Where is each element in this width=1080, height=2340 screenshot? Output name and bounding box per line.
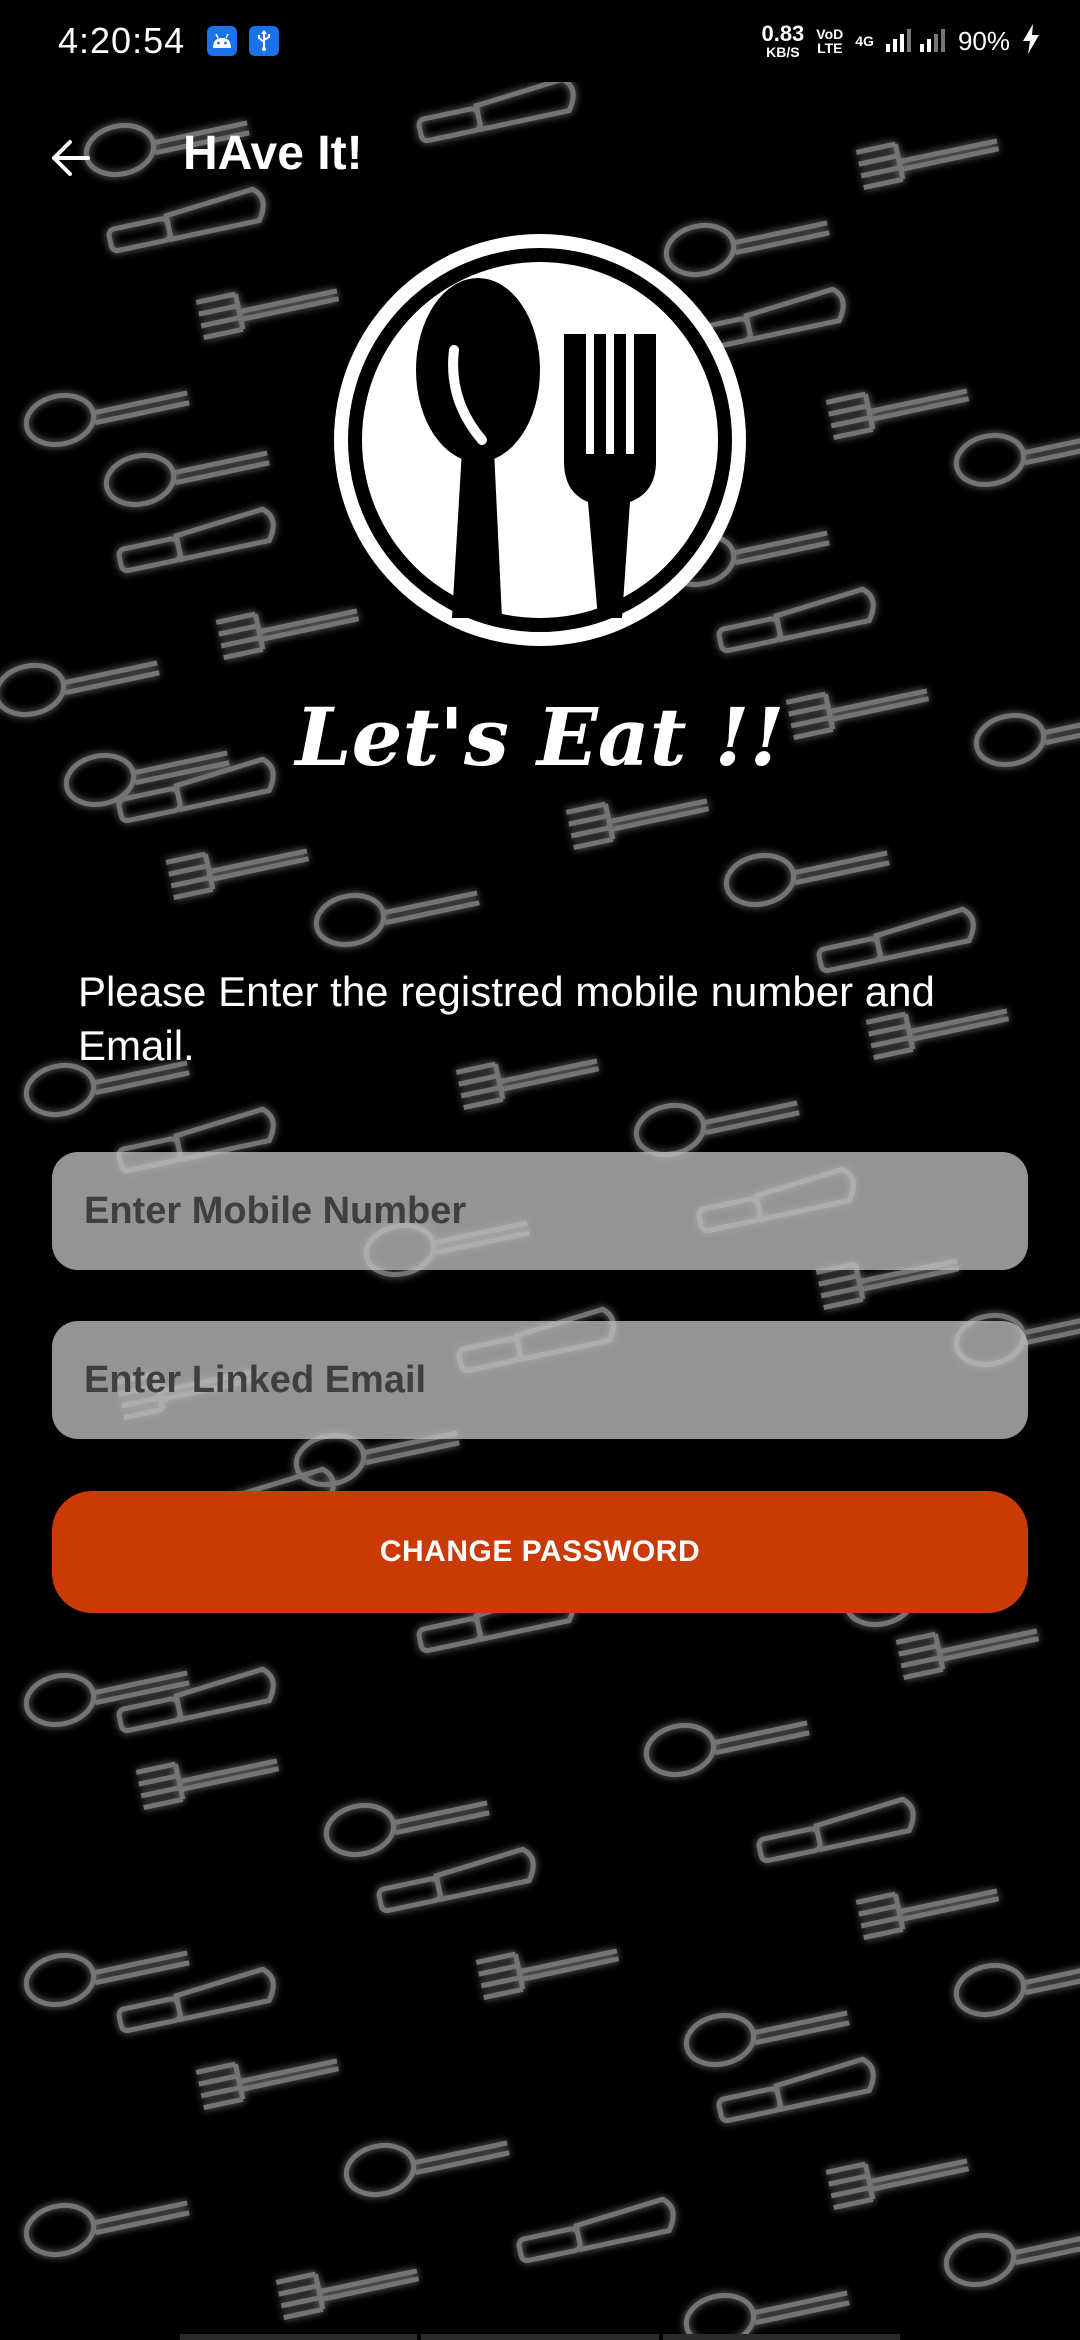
android-icon	[207, 26, 238, 56]
status-bar: 4:20:54 0.83 KB/S VoD LTE 4G 90%	[0, 0, 1080, 82]
mobile-number-input[interactable]	[52, 1152, 1028, 1270]
app-logo	[330, 230, 750, 650]
linked-email-input[interactable]	[52, 1321, 1028, 1439]
network-speed: 0.83 KB/S	[761, 21, 805, 60]
signal-icon	[885, 26, 946, 57]
spoon-fork-plate-icon	[334, 234, 746, 646]
nav-segment	[662, 2334, 900, 2340]
status-right-indicators: 0.83 KB/S VoD LTE 4G 90%	[761, 23, 1040, 59]
nav-segment	[421, 2334, 659, 2340]
network-type: 4G	[855, 33, 874, 49]
status-notification-icons	[207, 26, 280, 56]
nav-segment	[180, 2334, 418, 2340]
app-title: HAve It!	[183, 127, 363, 180]
change-password-button[interactable]: CHANGE PASSWORD	[52, 1491, 1028, 1613]
volte-bottom: LTE	[817, 40, 843, 56]
arrow-left-icon	[52, 140, 90, 176]
status-time: 4:20:54	[58, 20, 186, 61]
battery-level: 90%	[957, 25, 1010, 56]
usb-icon	[249, 26, 280, 56]
volte-top: VoD	[816, 26, 844, 42]
back-button[interactable]	[40, 128, 100, 188]
navigation-bar	[180, 2334, 900, 2340]
network-speed-value: 0.83	[761, 21, 805, 46]
tagline: Let's Eat !!	[295, 690, 785, 784]
instruction-text: Please Enter the registred mobile number…	[78, 968, 935, 1069]
charging-bolt-icon	[1022, 23, 1040, 59]
app-header: HAve It!	[0, 110, 1080, 200]
volte-indicator: VoD LTE	[816, 27, 843, 55]
network-speed-unit: KB/S	[766, 44, 800, 60]
